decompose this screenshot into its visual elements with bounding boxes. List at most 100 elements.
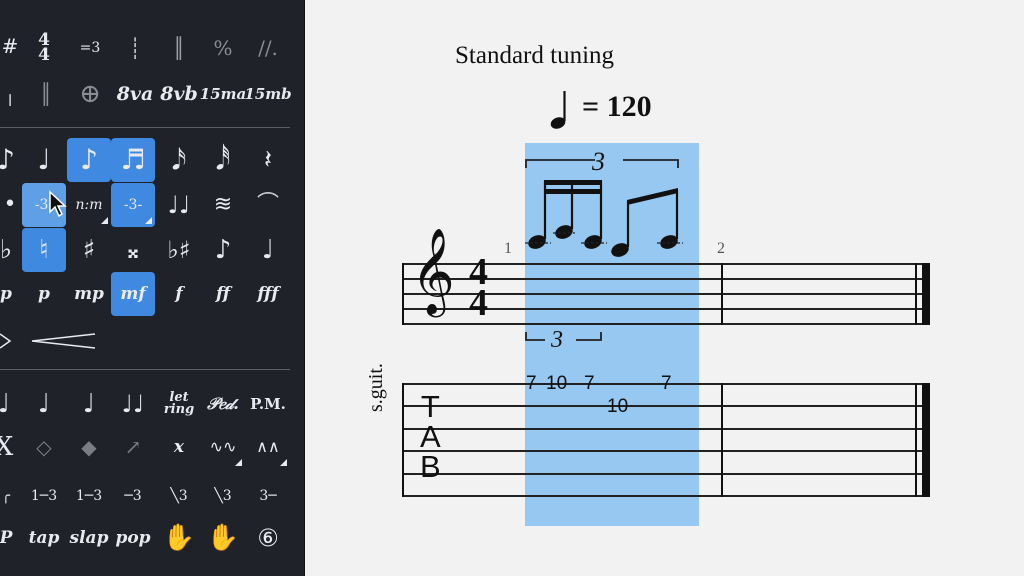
palette-label: mf: [120, 283, 146, 304]
tab-fret-number[interactable]: 10: [607, 397, 628, 416]
end-repeat-icon[interactable]: ║: [24, 72, 68, 116]
tab-line: [402, 473, 930, 475]
slide-legato-icon[interactable]: 1─3: [22, 474, 66, 518]
wide-vibrato-icon[interactable]: ∧∧: [246, 425, 290, 469]
ghost-note-icon[interactable]: x: [157, 425, 201, 469]
tuplet-number-lower: 3: [551, 327, 563, 353]
slide-out-down-icon[interactable]: ╲3: [201, 474, 245, 518]
slur-notes-icon[interactable]: ♩♩: [111, 382, 155, 426]
palette-label: ♬: [120, 143, 146, 176]
pop-icon[interactable]: pop: [111, 516, 155, 560]
harmonic-outline-icon[interactable]: ◇: [22, 425, 66, 469]
palette-label: 𝄪: [127, 236, 139, 264]
hairpin-icons[interactable]: [0, 326, 100, 356]
dropdown-corner: [235, 459, 242, 466]
sixty-fourth-note-icon[interactable]: 𝅘𝅥𝅰: [201, 138, 245, 182]
dashed-barline-icon[interactable]: ┊: [113, 26, 157, 70]
fermata-icon[interactable]: ⌒: [246, 183, 290, 227]
thirty-second-note-icon[interactable]: 𝅘𝅥𝅯: [157, 138, 201, 182]
palette-label: x: [173, 436, 185, 457]
pedal-icon[interactable]: 𝒫𝑒𝒹.: [201, 382, 245, 426]
double-sharp-icon[interactable]: 𝄪: [111, 228, 155, 272]
palette-label: ─3: [124, 488, 142, 504]
ottava-bassa-icon[interactable]: 8vb: [157, 72, 201, 116]
dynamic-mp-icon[interactable]: mp: [67, 272, 111, 316]
palette-label: 𝅘𝅥𝅰: [215, 143, 231, 176]
quarter-note-icon[interactable]: ♩: [22, 138, 66, 182]
tenuto-note-icon[interactable]: ♩: [67, 382, 111, 426]
quindicesima-alta-icon[interactable]: 15ma: [200, 72, 246, 116]
palm-mute-icon[interactable]: P.M.: [246, 382, 290, 426]
tuplet-number-upper: 3: [592, 147, 605, 176]
left-hand-tap-icon[interactable]: ✋: [157, 516, 201, 560]
dynamic-fff-icon[interactable]: fff: [246, 272, 290, 316]
double-barline-icon[interactable]: ║: [157, 26, 201, 70]
let-ring-icon[interactable]: let ring: [157, 382, 201, 426]
tab-fret-number[interactable]: 7: [526, 374, 537, 393]
dynamic-mf-icon[interactable]: mf: [111, 272, 155, 316]
final-barline-thick: [922, 263, 930, 325]
palette-label: ♩: [37, 389, 51, 419]
tuplet-bracket-icon[interactable]: -3-: [111, 183, 155, 227]
acciaccatura-icon[interactable]: ♩: [246, 228, 290, 272]
sharp-icon[interactable]: ♯: [67, 228, 111, 272]
dynamic-ff-icon[interactable]: ff: [201, 272, 245, 316]
tap-icon[interactable]: tap: [22, 516, 66, 560]
custom-tuplet-icon[interactable]: n:m: [67, 183, 111, 227]
string-number-icon[interactable]: ⑥: [246, 516, 290, 560]
slide-from-above-icon[interactable]: ╲3: [157, 474, 201, 518]
palette-label: ⌒: [256, 192, 279, 217]
palette-label: ♩: [37, 143, 51, 176]
slide-shift-icon[interactable]: 1─3: [67, 474, 111, 518]
tab-start-barline: [402, 383, 404, 497]
tab-line: [402, 450, 930, 452]
harmonic-filled-icon[interactable]: ◆: [67, 425, 111, 469]
palette-label: slap: [69, 527, 109, 548]
beamed-notes-group[interactable]: [523, 176, 683, 260]
time-signature-4-4-icon[interactable]: 44: [22, 26, 66, 70]
slide-from-below-icon[interactable]: ─3: [111, 474, 155, 518]
tab-clef-letter: A: [420, 418, 441, 454]
tab-clef: T A B: [420, 391, 441, 481]
vibrato-icon[interactable]: ∿∿: [201, 425, 245, 469]
palette-label: ♩: [82, 389, 96, 419]
right-hand-tap-icon[interactable]: ✋: [201, 516, 245, 560]
tremolo-icon[interactable]: ≋: [201, 183, 245, 227]
slap-icon[interactable]: slap: [67, 516, 111, 560]
natural-icon[interactable]: ♮: [22, 228, 66, 272]
coda-icon[interactable]: ⊕: [68, 72, 112, 116]
slide-out-up-icon[interactable]: 3─: [246, 474, 290, 518]
sixteenth-note-icon[interactable]: ♬: [111, 138, 155, 182]
tab-fret-number[interactable]: 7: [584, 374, 595, 393]
palette-label: ∿∿: [209, 437, 237, 456]
palette-label: P: [0, 527, 13, 548]
rest-icon[interactable]: 𝄽: [246, 138, 290, 182]
palette-label: -3-: [123, 197, 143, 213]
score-canvas[interactable]: Standard tuning = 120 3 1 2 𝄞 4 4 3 s.gu…: [305, 0, 1024, 576]
tab-line: [402, 495, 930, 497]
dynamic-p-icon[interactable]: p: [22, 272, 66, 316]
dynamic-f-icon[interactable]: f: [157, 272, 201, 316]
palette-label: ♯: [82, 235, 96, 265]
tuplet-3-icon[interactable]: =3: [68, 26, 112, 70]
final-barline-thin: [915, 263, 917, 325]
palette-label: mp: [74, 283, 104, 304]
quindicesima-bassa-icon[interactable]: 15mb: [244, 72, 291, 116]
quarter-note-tempo-icon: [550, 91, 566, 129]
tab-fret-number[interactable]: 10: [546, 374, 567, 393]
repeat-two-measures-icon[interactable]: //.: [246, 26, 290, 70]
tab-fret-number[interactable]: 7: [661, 374, 672, 393]
palette-label: fff: [257, 283, 279, 304]
grace-note-icon[interactable]: ♪: [201, 228, 245, 272]
repeat-measure-icon[interactable]: %: [201, 26, 245, 70]
accent-note-icon[interactable]: ♩: [22, 382, 66, 426]
ottava-alta-icon[interactable]: 8va: [113, 72, 157, 116]
instrument-label: s.guit.: [365, 363, 387, 412]
palette-label: ♪: [214, 235, 232, 265]
barline: [721, 263, 723, 325]
tab-line: [402, 405, 930, 407]
tie-notes-icon[interactable]: ♩♩: [157, 183, 201, 227]
flat-sharp-icon[interactable]: ♭♯: [157, 228, 201, 272]
eighth-note-icon[interactable]: ♪: [67, 138, 111, 182]
bend-icon[interactable]: ↗: [111, 425, 155, 469]
